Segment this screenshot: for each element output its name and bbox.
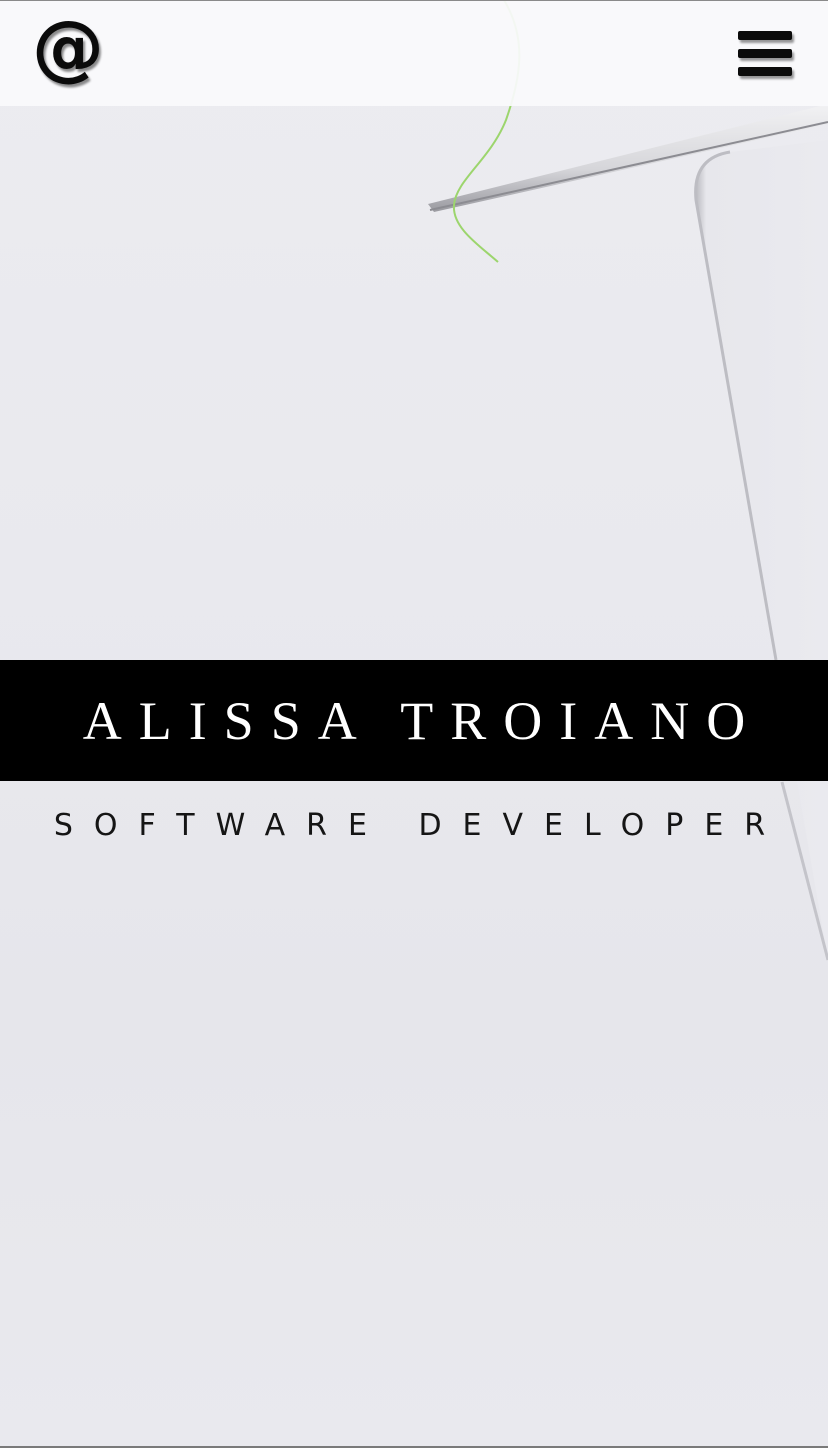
- menu-bar-top: [738, 31, 792, 40]
- menu-bar-middle: [738, 49, 792, 58]
- menu-bar-bottom: [738, 67, 792, 76]
- hero-name: ALISSA TROIANO: [82, 690, 763, 751]
- top-navigation-bar: @: [0, 0, 828, 106]
- contact-at-icon[interactable]: @: [26, 5, 110, 89]
- page: @ ALISSA TROIANO SOFTWARE DEVELOPER: [0, 0, 828, 1448]
- name-banner: ALISSA TROIANO: [0, 660, 828, 781]
- hamburger-menu-icon[interactable]: [736, 31, 794, 83]
- hero-subtitle: SOFTWARE DEVELOPER: [53, 808, 787, 843]
